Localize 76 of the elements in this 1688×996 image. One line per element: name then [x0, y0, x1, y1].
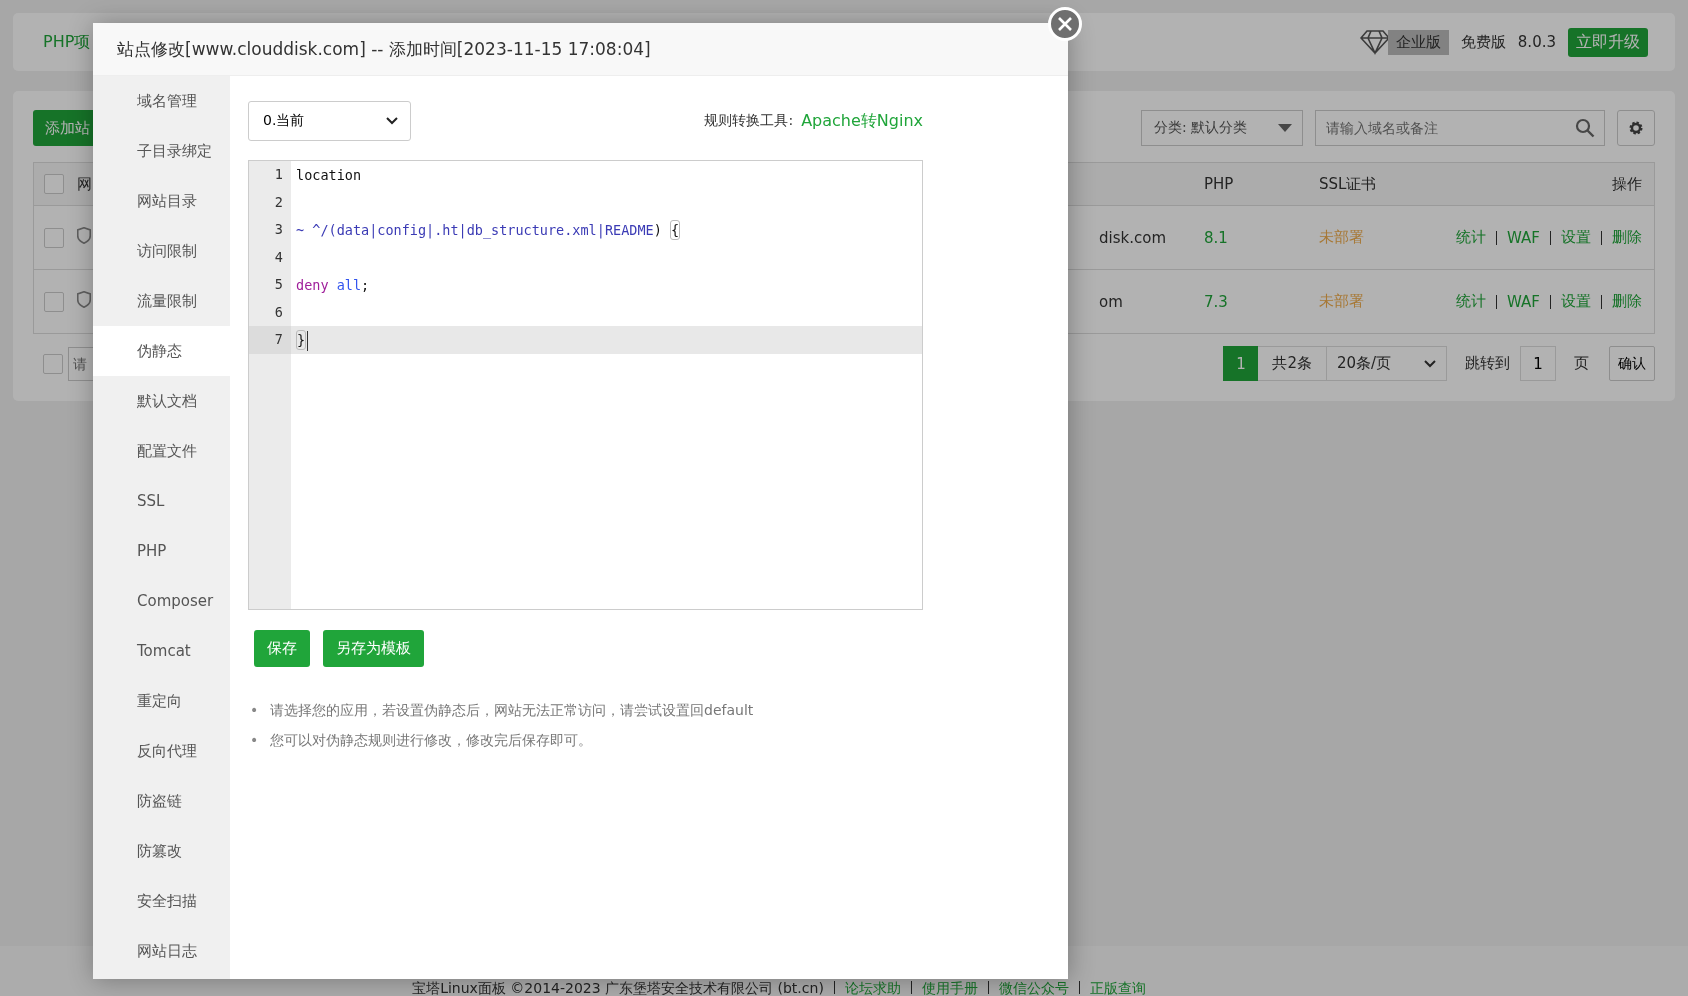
sidebar-item[interactable]: 流量限制	[93, 276, 230, 326]
table-cell: om	[1099, 292, 1123, 311]
table-cell: 7.3	[1204, 292, 1228, 311]
note-text: 请选择您的应用，若设置伪静态后，网站无法正常访问，请尝试设置回default	[270, 701, 754, 720]
version-label: 8.0.3	[1517, 33, 1556, 51]
line-number: 6	[273, 302, 284, 322]
jump-label: 跳转到	[1465, 354, 1510, 373]
column-header: SSL证书	[1319, 174, 1377, 193]
table-cell: disk.com	[1099, 228, 1166, 247]
note-text: 您可以对伪静态规则进行修改，修改完后保存即可。	[270, 731, 592, 750]
code-token: location	[296, 166, 362, 183]
copyright-text: 宝塔Linux面板 ©2014-2023 广东堡塔安全技术有限公司 (bt.cn)	[412, 980, 824, 996]
code-token: )	[653, 221, 662, 238]
column-header: 网	[77, 174, 92, 193]
checkbox[interactable]	[44, 227, 64, 248]
total-count: 共2条	[1258, 346, 1327, 381]
sidebar-item[interactable]: 默认文档	[93, 376, 230, 426]
template-select[interactable]: 0.当前	[248, 101, 411, 141]
sidebar-item[interactable]: 伪静态	[93, 326, 230, 376]
code-token: ;	[361, 276, 370, 293]
code-token: all	[336, 276, 362, 293]
code-editor[interactable]: 1 location 2 3 ~ ^/(data|config|.ht|db_structure.xml|README) { 4 5 deny all; 6 7 }	[248, 160, 923, 610]
code-token: }	[296, 329, 307, 350]
settings-icon	[1628, 120, 1644, 136]
close-icon	[1057, 16, 1073, 32]
sidebar-item[interactable]: 访问限制	[93, 226, 230, 276]
caret-icon	[1278, 124, 1292, 132]
caret-icon	[386, 117, 398, 125]
sidebar-item[interactable]: 防盗链	[93, 776, 230, 826]
page-unit-label: 页	[1574, 354, 1589, 373]
table-cell: 8.1	[1204, 228, 1228, 247]
column-header: PHP	[1204, 175, 1234, 193]
sidebar-item[interactable]: 安全扫描	[93, 876, 230, 926]
dialog-title: 站点修改[www.clouddisk.com] -- 添加时间[2023-11-15 17:08:04]	[117, 37, 651, 61]
edition-badge: 企业版	[1387, 29, 1449, 55]
confirm-button[interactable]: 确认	[1609, 346, 1655, 381]
settings-button[interactable]	[1617, 110, 1655, 146]
page-number-field[interactable]: 1	[1520, 346, 1556, 381]
caret-icon	[1424, 359, 1436, 368]
line-number: 2	[273, 192, 284, 212]
category-select[interactable]: 分类: 默认分类	[1141, 110, 1303, 146]
checkbox[interactable]	[44, 291, 64, 312]
code-token: deny	[296, 276, 329, 293]
table-cell: 未部署	[1319, 228, 1364, 246]
sidebar-item[interactable]: SSL	[93, 476, 230, 526]
bullet: •	[249, 731, 260, 750]
sidebar-item[interactable]: 防篡改	[93, 826, 230, 876]
sidebar-item[interactable]: 反向代理	[93, 726, 230, 776]
checkbox[interactable]	[44, 174, 64, 194]
search-icon	[1575, 118, 1595, 138]
column-header: 操作	[1612, 174, 1642, 194]
code-token: {	[669, 219, 681, 240]
sidebar-item[interactable]: 配置文件	[93, 426, 230, 476]
code-token: ^/(data|config|.ht|db_structure.xml|README	[312, 221, 654, 238]
sidebar-item[interactable]: Composer	[93, 576, 230, 626]
sidebar-item[interactable]: 网站目录	[93, 176, 230, 226]
shield-icon	[77, 291, 91, 308]
bullet: •	[249, 701, 260, 720]
line-number: 4	[273, 247, 284, 267]
per-page-select[interactable]: 20条/页	[1327, 346, 1447, 381]
checkbox[interactable]	[43, 353, 63, 374]
shield-icon	[77, 227, 91, 244]
edition-label: 免费版	[1460, 32, 1506, 52]
sidebar-item[interactable]: PHP	[93, 526, 230, 576]
sidebar-item[interactable]: 重定向	[93, 676, 230, 726]
line-number: 1	[273, 165, 284, 184]
search-field[interactable]: 请输入域名或备注	[1315, 110, 1605, 146]
converter-label: 规则转换工具:	[704, 112, 794, 130]
line-number: 7	[249, 326, 291, 354]
sidebar-item[interactable]: 网站日志	[93, 926, 230, 976]
table-cell: 未部署	[1319, 292, 1364, 310]
code-token: ~	[296, 221, 305, 238]
diamond-icon	[1359, 29, 1390, 55]
sidebar-item[interactable]: Tomcat	[93, 626, 230, 676]
line-number: 5	[273, 275, 284, 294]
line-number: 3	[273, 220, 284, 239]
